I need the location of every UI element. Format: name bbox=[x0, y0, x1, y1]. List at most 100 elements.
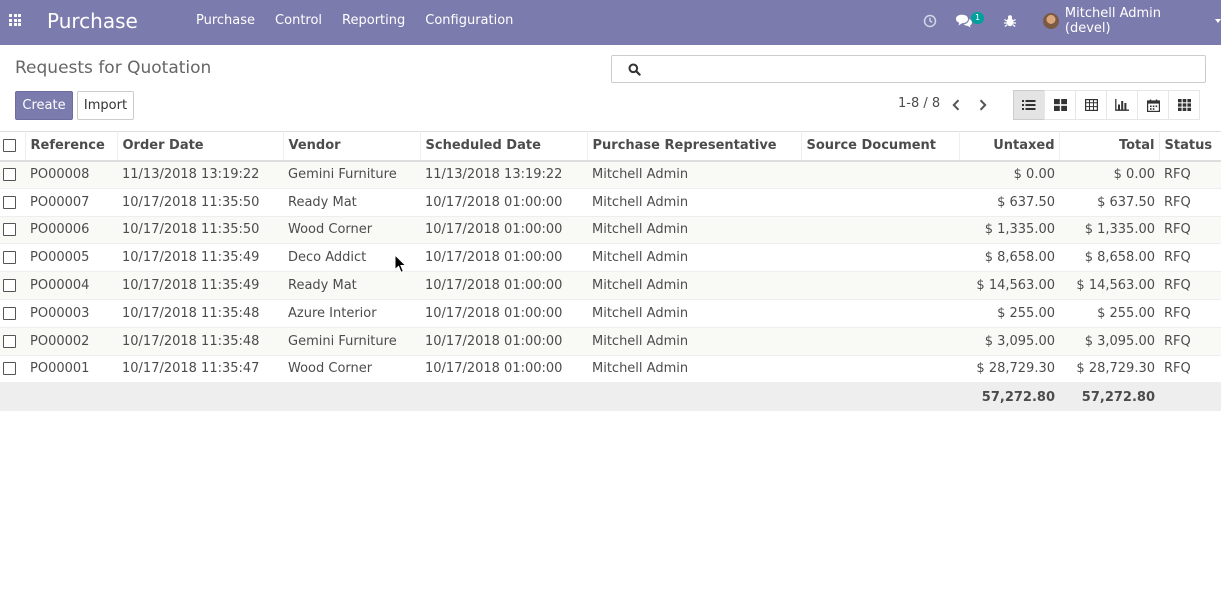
row-checkbox[interactable] bbox=[3, 306, 16, 320]
totals-spacer bbox=[283, 382, 420, 411]
totals-spacer bbox=[420, 382, 587, 411]
cell-total: $ 1,335.00 bbox=[1059, 216, 1159, 245]
cell-vendor: Azure Interior bbox=[283, 299, 420, 328]
column-header-vendor[interactable]: Vendor bbox=[283, 131, 421, 162]
import-button[interactable]: Import bbox=[77, 91, 134, 120]
column-header-order-date[interactable]: Order Date bbox=[117, 131, 284, 162]
menu-item-reporting[interactable]: Reporting bbox=[342, 12, 405, 29]
pager-value[interactable]: 1-8 / 8 bbox=[898, 96, 940, 112]
cell-source-document bbox=[801, 188, 959, 217]
pager-next-icon[interactable] bbox=[975, 96, 991, 114]
user-menu[interactable]: Mitchell Admin (devel) bbox=[1043, 6, 1221, 36]
table-row[interactable]: PO00005 10/17/2018 11:35:49 Deco Addict … bbox=[0, 243, 1221, 273]
cell-representative: Mitchell Admin bbox=[587, 160, 801, 189]
cell-order-date: 10/17/2018 11:35:50 bbox=[117, 216, 283, 245]
column-header-purchase-representative[interactable]: Purchase Representative bbox=[587, 131, 802, 162]
calendar-view-icon[interactable] bbox=[1137, 90, 1169, 120]
menu-item-configuration[interactable]: Configuration bbox=[425, 12, 513, 29]
row-checkbox[interactable] bbox=[3, 279, 16, 293]
table-row[interactable]: PO00008 11/13/2018 13:19:22 Gemini Furni… bbox=[0, 160, 1221, 189]
cell-reference: PO00006 bbox=[25, 216, 117, 245]
row-checkbox[interactable] bbox=[3, 362, 16, 376]
cell-total: $ 8,658.00 bbox=[1059, 243, 1159, 273]
column-header-status[interactable]: Status bbox=[1159, 131, 1221, 162]
pager-previous-icon[interactable] bbox=[948, 96, 964, 114]
cell-status: RFQ bbox=[1159, 160, 1221, 189]
apps-menu-icon[interactable] bbox=[9, 14, 21, 26]
cell-scheduled-date: 10/17/2018 01:00:00 bbox=[420, 327, 587, 356]
cell-untaxed: $ 637.50 bbox=[959, 188, 1059, 217]
total-amount: 57,272.80 bbox=[1059, 382, 1159, 411]
rfq-list-table: Reference Order Date Vendor Scheduled Da… bbox=[0, 131, 1221, 411]
cell-scheduled-date: 10/17/2018 01:00:00 bbox=[420, 216, 587, 245]
column-header-untaxed[interactable]: Untaxed bbox=[959, 131, 1060, 162]
activity-clock-icon[interactable] bbox=[922, 12, 938, 30]
cell-untaxed: $ 28,729.30 bbox=[959, 355, 1059, 384]
column-header-source-document[interactable]: Source Document bbox=[801, 131, 960, 162]
cell-reference: PO00005 bbox=[25, 243, 117, 273]
main-menu: Purchase Control Reporting Configuration bbox=[196, 12, 533, 29]
column-header-reference[interactable]: Reference bbox=[25, 131, 118, 162]
row-checkbox[interactable] bbox=[3, 251, 16, 265]
cell-untaxed: $ 3,095.00 bbox=[959, 327, 1059, 356]
cell-source-document bbox=[801, 327, 959, 356]
graph-view-icon[interactable] bbox=[1106, 90, 1138, 120]
cell-representative: Mitchell Admin bbox=[587, 188, 801, 217]
cell-vendor: Deco Addict bbox=[283, 243, 420, 273]
create-button[interactable]: Create bbox=[15, 91, 73, 120]
table-row[interactable]: PO00003 10/17/2018 11:35:48 Azure Interi… bbox=[0, 299, 1221, 328]
kanban-view-icon[interactable] bbox=[1044, 90, 1076, 120]
cell-reference: PO00001 bbox=[25, 355, 117, 384]
search-bar[interactable] bbox=[611, 55, 1206, 83]
cell-total: $ 255.00 bbox=[1059, 299, 1159, 328]
row-checkbox[interactable] bbox=[3, 334, 16, 348]
search-input[interactable] bbox=[646, 60, 1196, 78]
cell-representative: Mitchell Admin bbox=[587, 355, 801, 384]
menu-item-control[interactable]: Control bbox=[275, 12, 322, 29]
total-untaxed: 57,272.80 bbox=[959, 382, 1059, 411]
activity-view-icon[interactable] bbox=[1168, 90, 1200, 120]
row-select-cell bbox=[0, 355, 25, 384]
select-all-cell bbox=[0, 131, 26, 162]
cell-order-date: 11/13/2018 13:19:22 bbox=[117, 160, 283, 189]
table-row[interactable]: PO00007 10/17/2018 11:35:50 Ready Mat 10… bbox=[0, 188, 1221, 217]
select-all-checkbox[interactable] bbox=[3, 139, 16, 153]
row-checkbox[interactable] bbox=[3, 223, 16, 237]
cell-status: RFQ bbox=[1159, 188, 1221, 217]
cell-vendor: Wood Corner bbox=[283, 216, 420, 245]
row-checkbox[interactable] bbox=[3, 168, 16, 182]
row-select-cell bbox=[0, 160, 25, 189]
app-title: Purchase bbox=[47, 9, 138, 33]
cell-order-date: 10/17/2018 11:35:48 bbox=[117, 327, 283, 356]
cell-untaxed: $ 255.00 bbox=[959, 299, 1059, 328]
table-row[interactable]: PO00006 10/17/2018 11:35:50 Wood Corner … bbox=[0, 216, 1221, 245]
top-navbar: Purchase Purchase Control Reporting Conf… bbox=[0, 0, 1221, 45]
list-view-icon[interactable] bbox=[1013, 90, 1045, 120]
table-row[interactable]: PO00002 10/17/2018 11:35:48 Gemini Furni… bbox=[0, 327, 1221, 356]
table-row[interactable]: PO00004 10/17/2018 11:35:49 Ready Mat 10… bbox=[0, 271, 1221, 300]
table-header-row: Reference Order Date Vendor Scheduled Da… bbox=[0, 131, 1221, 162]
cell-order-date: 10/17/2018 11:35:47 bbox=[117, 355, 283, 384]
cell-vendor: Ready Mat bbox=[283, 188, 420, 217]
messages-icon[interactable]: 1 bbox=[955, 12, 985, 30]
row-select-cell bbox=[0, 299, 25, 328]
user-name: Mitchell Admin (devel) bbox=[1064, 6, 1162, 36]
cell-order-date: 10/17/2018 11:35:48 bbox=[117, 299, 283, 328]
row-select-cell bbox=[0, 216, 25, 245]
row-checkbox[interactable] bbox=[3, 195, 16, 209]
cell-status: RFQ bbox=[1159, 243, 1221, 273]
column-header-scheduled-date[interactable]: Scheduled Date bbox=[420, 131, 588, 162]
cell-source-document bbox=[801, 243, 959, 273]
cell-representative: Mitchell Admin bbox=[587, 243, 801, 273]
table-row[interactable]: PO00001 10/17/2018 11:35:47 Wood Corner … bbox=[0, 355, 1221, 384]
cell-reference: PO00008 bbox=[25, 160, 117, 189]
cell-scheduled-date: 10/17/2018 01:00:00 bbox=[420, 243, 587, 273]
column-header-total[interactable]: Total bbox=[1059, 131, 1160, 162]
cell-representative: Mitchell Admin bbox=[587, 271, 801, 300]
messages-badge: 1 bbox=[971, 12, 984, 24]
cell-representative: Mitchell Admin bbox=[587, 327, 801, 356]
menu-item-purchase[interactable]: Purchase bbox=[196, 12, 255, 29]
row-select-cell bbox=[0, 188, 25, 217]
pivot-view-icon[interactable] bbox=[1075, 90, 1107, 120]
debug-bug-icon[interactable] bbox=[1002, 12, 1018, 30]
